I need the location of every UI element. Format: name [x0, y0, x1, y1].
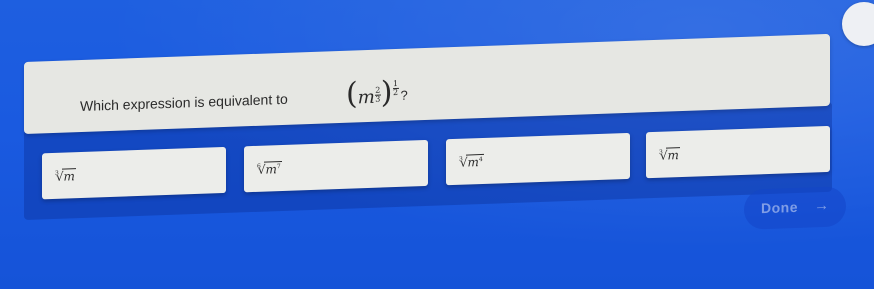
- option-3-radicand: m4: [466, 153, 484, 170]
- option-2-expression: 6√m7: [257, 161, 282, 177]
- option-1-radicand: m: [62, 168, 76, 184]
- arrow-right-icon: →: [814, 196, 829, 215]
- option-1-index: 3: [55, 169, 59, 177]
- inner-exp-den: 3: [375, 94, 381, 104]
- outer-exp-den: 2: [392, 87, 399, 98]
- answer-option-4[interactable]: 3√m: [646, 125, 830, 179]
- close-paren: ): [380, 75, 393, 111]
- question-mark: ?: [400, 87, 408, 103]
- answer-option-2[interactable]: 6√m7: [244, 139, 428, 193]
- question-panel: Which expression is equivalent to (m 2 3) 1…: [24, 0, 832, 220]
- question-prompt: Which expression is equivalent to: [80, 90, 288, 115]
- answer-option-3[interactable]: 3√m4: [446, 132, 630, 186]
- expr-base: m: [357, 86, 375, 109]
- option-3-expression: 3√m4: [459, 153, 484, 170]
- open-paren: (: [346, 76, 358, 112]
- option-4-radicand: m: [666, 147, 680, 163]
- done-button[interactable]: Done →: [744, 186, 846, 230]
- option-1-expression: 3√m: [55, 168, 76, 184]
- outer-exponent: 12: [392, 78, 399, 98]
- answer-option-1[interactable]: 3√m: [42, 146, 226, 200]
- done-button-label: Done: [761, 198, 798, 217]
- inner-exp-num: 2: [375, 85, 381, 95]
- outer-exp-num: 1: [392, 78, 399, 89]
- option-4-expression: 3√m: [659, 147, 680, 163]
- option-4-index: 3: [659, 148, 663, 156]
- option-2-radicand: m7: [264, 161, 282, 177]
- option-3-index: 3: [459, 155, 463, 163]
- question-card: Which expression is equivalent to (m 2 3) 1…: [24, 33, 830, 134]
- option-2-index: 6: [257, 162, 261, 170]
- question-expression: (m 2 3) 1 2?: [346, 75, 408, 112]
